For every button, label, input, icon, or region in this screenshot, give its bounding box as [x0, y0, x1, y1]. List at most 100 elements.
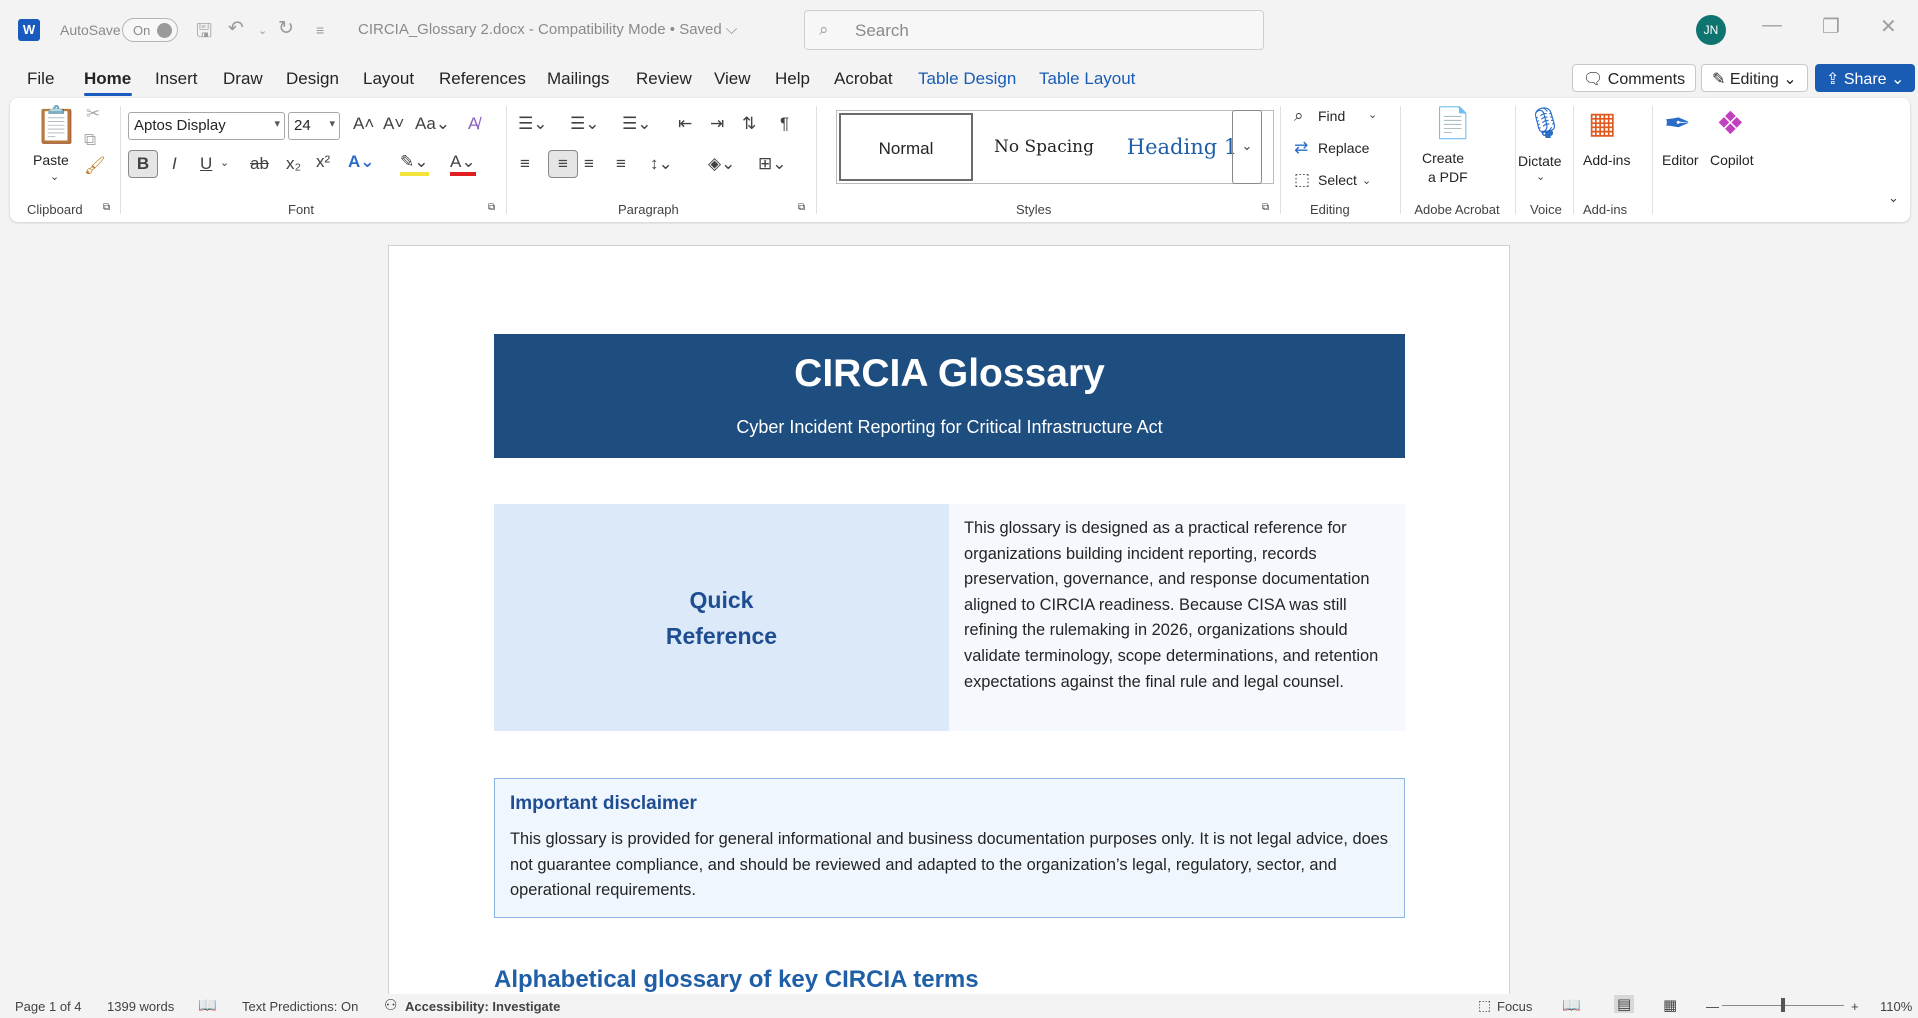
paste-label[interactable]: Paste: [33, 152, 69, 168]
copilot-icon[interactable]: ❖: [1716, 104, 1745, 142]
save-icon[interactable]: 🖫: [196, 17, 212, 49]
read-mode-icon[interactable]: 📖: [1562, 996, 1581, 1014]
chevron-down-icon[interactable]: ⌄: [1368, 108, 1377, 121]
customize-qat-icon[interactable]: ≡: [316, 22, 324, 38]
collapse-ribbon-icon[interactable]: ⌄: [1888, 190, 1899, 206]
subscript-icon[interactable]: x₂: [286, 154, 301, 174]
tab-help[interactable]: Help: [775, 69, 810, 89]
styles-more-icon[interactable]: ⌄: [1232, 110, 1262, 184]
quick-reference-text-cell[interactable]: This glossary is designed as a practical…: [949, 504, 1405, 731]
tab-acrobat[interactable]: Acrobat: [834, 69, 893, 89]
tab-draw[interactable]: Draw: [223, 69, 263, 89]
proofing-icon[interactable]: 📖: [198, 996, 217, 1014]
paste-icon[interactable]: 📋: [34, 104, 79, 146]
editing-mode-button[interactable]: ✎ Editing ⌄: [1701, 64, 1808, 92]
shrink-font-icon[interactable]: A˅: [383, 114, 404, 134]
replace-button[interactable]: Replace: [1318, 140, 1369, 156]
microphone-icon[interactable]: 🎙: [1526, 106, 1564, 141]
tab-mailings[interactable]: Mailings: [547, 69, 609, 89]
format-painter-icon[interactable]: 🖌: [84, 156, 106, 176]
focus-button[interactable]: Focus: [1497, 999, 1532, 1014]
justify-icon[interactable]: ≡: [616, 154, 626, 174]
tab-file[interactable]: File: [27, 69, 54, 89]
find-button[interactable]: Find: [1318, 108, 1345, 124]
addins-button[interactable]: Add-ins: [1583, 152, 1630, 168]
cut-icon[interactable]: ✂: [86, 104, 100, 124]
chevron-down-icon[interactable]: ⌄: [1362, 174, 1371, 187]
tab-design[interactable]: Design: [286, 69, 339, 89]
document-title[interactable]: CIRCIA_Glossary 2.docx - Compatibility M…: [358, 21, 737, 38]
show-formatting-icon[interactable]: ¶: [780, 114, 789, 134]
create-pdf-icon[interactable]: 📄: [1434, 106, 1471, 141]
superscript-icon[interactable]: x²: [316, 152, 330, 172]
create-pdf-label-1[interactable]: Create: [1422, 150, 1464, 166]
document-page[interactable]: CIRCIA Glossary Cyber Incident Reporting…: [388, 245, 1510, 994]
align-left-icon[interactable]: ≡: [520, 154, 530, 174]
dialog-launcher-icon[interactable]: ⧉: [488, 202, 495, 213]
close-icon[interactable]: ✕: [1880, 14, 1897, 39]
zoom-level[interactable]: 110%: [1880, 999, 1912, 1014]
section-heading[interactable]: Alphabetical glossary of key CIRCIA term…: [494, 966, 979, 994]
style-normal[interactable]: Normal: [839, 113, 973, 181]
word-count[interactable]: 1399 words: [107, 999, 174, 1014]
shading-icon[interactable]: ◈⌄: [708, 154, 735, 174]
minimize-icon[interactable]: —: [1762, 14, 1782, 37]
addins-icon[interactable]: ▦: [1588, 106, 1616, 141]
sort-icon[interactable]: ⇅: [742, 114, 756, 134]
highlight-icon[interactable]: ✎⌄: [400, 152, 429, 176]
clear-formatting-icon[interactable]: A̸: [468, 114, 479, 134]
editor-icon[interactable]: ✒: [1664, 104, 1691, 142]
grow-font-icon[interactable]: A˄: [353, 114, 374, 134]
zoom-slider-thumb[interactable]: [1781, 998, 1785, 1012]
borders-icon[interactable]: ⊞⌄: [758, 154, 787, 174]
dialog-launcher-icon[interactable]: ⧉: [103, 202, 110, 213]
multilevel-list-icon[interactable]: ☰⌄: [622, 114, 651, 134]
document-subtitle[interactable]: Cyber Incident Reporting for Critical In…: [494, 417, 1405, 438]
chevron-down-icon[interactable]: ⌄: [50, 170, 59, 183]
accessibility-status[interactable]: Accessibility: Investigate: [405, 999, 560, 1014]
comments-button[interactable]: 🗨 Comments: [1572, 64, 1697, 92]
tab-table-design[interactable]: Table Design: [918, 69, 1016, 89]
tab-review[interactable]: Review: [636, 69, 692, 89]
text-predictions[interactable]: Text Predictions: On: [242, 999, 358, 1014]
share-button[interactable]: ⇪ Share ⌄: [1815, 64, 1916, 92]
chevron-down-icon[interactable]: ⌄: [220, 156, 229, 169]
tab-insert[interactable]: Insert: [155, 69, 198, 89]
replace-icon[interactable]: ⇄: [1294, 138, 1308, 158]
quick-reference-cell[interactable]: Quick Reference: [494, 504, 949, 731]
zoom-out-icon[interactable]: —: [1706, 999, 1719, 1014]
style-heading-1[interactable]: Heading 1: [1115, 113, 1249, 181]
web-layout-icon[interactable]: ▦: [1663, 996, 1677, 1014]
line-spacing-icon[interactable]: ↕⌄: [650, 154, 673, 174]
dictate-button[interactable]: Dictate: [1518, 153, 1562, 169]
italic-icon[interactable]: I: [172, 154, 177, 174]
page-count[interactable]: Page 1 of 4: [15, 999, 82, 1014]
font-name-combo[interactable]: Aptos Display ▾: [128, 112, 285, 140]
zoom-in-icon[interactable]: +: [1851, 999, 1859, 1014]
tab-view[interactable]: View: [714, 69, 751, 89]
undo-icon[interactable]: ↶: [228, 17, 244, 40]
autosave-toggle[interactable]: On: [122, 18, 178, 42]
tab-layout[interactable]: Layout: [363, 69, 414, 89]
document-heading[interactable]: CIRCIA Glossary: [494, 352, 1405, 396]
select-icon[interactable]: ⬚: [1294, 170, 1310, 190]
style-no-spacing[interactable]: No Spacing: [977, 113, 1111, 181]
bullets-icon[interactable]: ☰⌄: [518, 114, 547, 134]
create-pdf-label-2[interactable]: a PDF: [1428, 169, 1468, 185]
search-box[interactable]: ⌕ Search: [804, 10, 1264, 50]
increase-indent-icon[interactable]: ⇥: [710, 114, 724, 134]
change-case-icon[interactable]: Aa⌄: [415, 114, 450, 134]
undo-dropdown-icon[interactable]: ⌄: [258, 24, 267, 37]
editor-button[interactable]: Editor: [1662, 152, 1699, 168]
find-icon[interactable]: ⌕: [1294, 106, 1304, 126]
restore-icon[interactable]: ❐: [1822, 14, 1840, 39]
select-button[interactable]: Select: [1318, 172, 1357, 188]
tab-table-layout[interactable]: Table Layout: [1039, 69, 1135, 89]
copilot-button[interactable]: Copilot: [1710, 152, 1754, 168]
tab-home[interactable]: Home: [84, 69, 131, 89]
bold-button[interactable]: B: [128, 150, 158, 178]
font-color-icon[interactable]: A⌄: [450, 152, 476, 176]
tab-references[interactable]: References: [439, 69, 526, 89]
strikethrough-icon[interactable]: ab: [250, 154, 269, 174]
align-center-button[interactable]: ≡: [548, 150, 578, 178]
